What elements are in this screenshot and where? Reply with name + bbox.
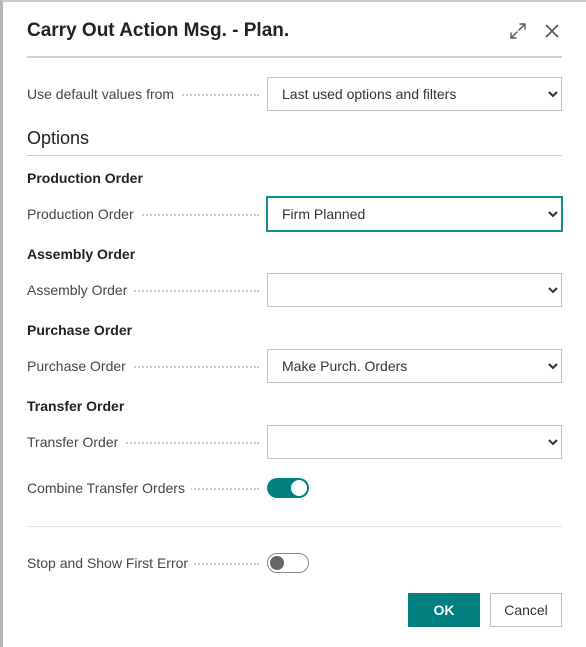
default-values-select[interactable]: Last used options and filters xyxy=(267,77,562,111)
row-purchase-order: Purchase Order Make Purch. Orders xyxy=(27,348,562,384)
transfer-order-select[interactable] xyxy=(267,425,562,459)
section-divider xyxy=(27,526,562,527)
purchase-order-select[interactable]: Make Purch. Orders xyxy=(267,349,562,383)
dialog-footer: OK Cancel xyxy=(3,579,586,647)
stop-show-error-toggle[interactable] xyxy=(267,553,309,573)
combine-transfer-toggle[interactable] xyxy=(267,478,309,498)
assembly-order-label: Assembly Order xyxy=(27,282,267,298)
group-assembly: Assembly Order xyxy=(27,246,562,262)
row-production-order: Production Order Firm Planned xyxy=(27,196,562,232)
row-default-values: Use default values from Last used option… xyxy=(27,76,562,112)
group-transfer: Transfer Order xyxy=(27,398,562,414)
row-transfer-order: Transfer Order xyxy=(27,424,562,460)
row-combine-transfer: Combine Transfer Orders xyxy=(27,470,562,506)
production-order-label: Production Order xyxy=(27,206,267,222)
production-order-select[interactable]: Firm Planned xyxy=(267,197,562,231)
dialog-controls xyxy=(508,21,562,41)
assembly-order-select[interactable] xyxy=(267,273,562,307)
transfer-order-label: Transfer Order xyxy=(27,434,267,450)
ok-button[interactable]: OK xyxy=(408,593,480,627)
options-heading: Options xyxy=(27,128,562,156)
group-purchase: Purchase Order xyxy=(27,322,562,338)
dialog-title: Carry Out Action Msg. - Plan. xyxy=(27,20,289,42)
expand-icon[interactable] xyxy=(508,21,528,41)
dialog-content: Use default values from Last used option… xyxy=(3,58,586,579)
stop-show-error-label: Stop and Show First Error xyxy=(27,555,267,571)
row-assembly-order: Assembly Order xyxy=(27,272,562,308)
dialog-header: Carry Out Action Msg. - Plan. xyxy=(3,2,586,56)
purchase-order-label: Purchase Order xyxy=(27,358,267,374)
close-icon[interactable] xyxy=(542,21,562,41)
default-values-label: Use default values from xyxy=(27,86,267,102)
cancel-button[interactable]: Cancel xyxy=(490,593,562,627)
group-production: Production Order xyxy=(27,170,562,186)
combine-transfer-label: Combine Transfer Orders xyxy=(27,480,267,496)
row-stop-show-error: Stop and Show First Error xyxy=(27,545,562,579)
dialog-carry-out-action: Carry Out Action Msg. - Plan. xyxy=(0,0,586,647)
